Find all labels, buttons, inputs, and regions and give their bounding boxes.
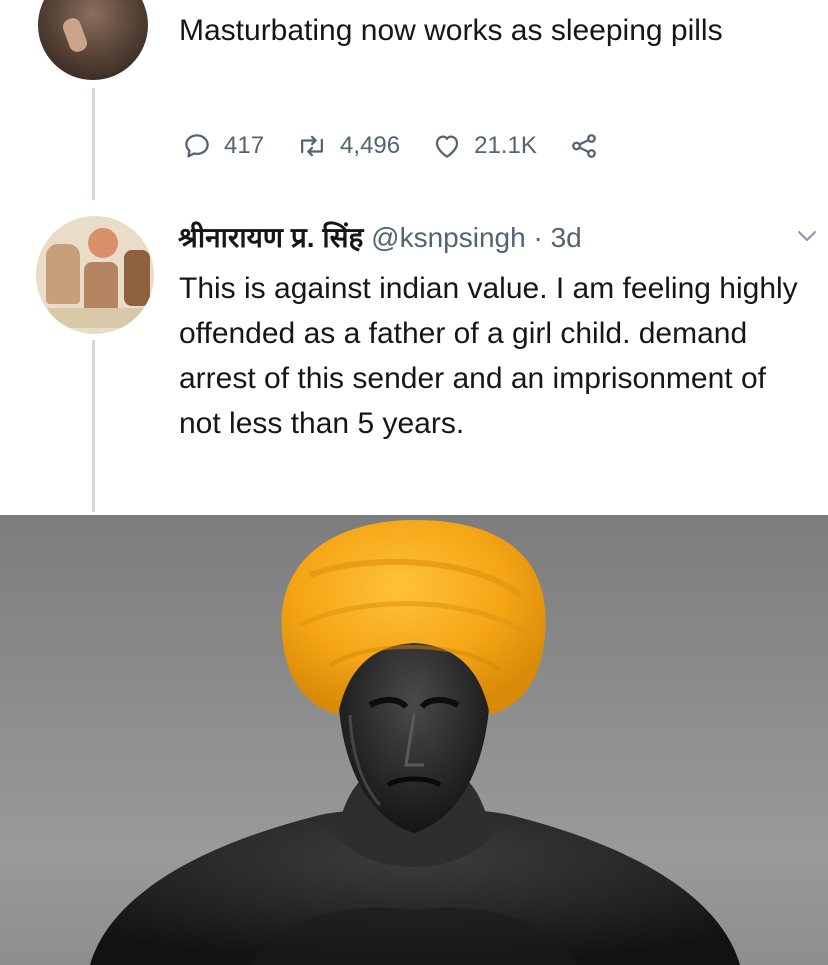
tweet-actions: 417 4,496 21.1K: [182, 126, 643, 166]
like-count: 21.1K: [474, 132, 537, 159]
share-button[interactable]: [569, 131, 611, 161]
turban-man-illustration: [90, 520, 740, 965]
thread-line: [92, 340, 95, 512]
share-icon: [571, 134, 596, 158]
retweet-count: 4,496: [340, 132, 401, 159]
reply-header: श्रीनारायण प्र. सिंह @ksnpsingh · 3d: [178, 218, 582, 258]
thread-line: [92, 88, 95, 200]
timestamp[interactable]: 3d: [551, 222, 582, 253]
reply-icon: [185, 134, 209, 158]
reply-button[interactable]: 417: [182, 131, 264, 161]
meme-image: [0, 515, 828, 965]
avatar[interactable]: [38, 0, 148, 80]
chevron-down-icon[interactable]: [796, 228, 818, 244]
like-icon: [435, 135, 459, 158]
reply-text: This is against indian value. I am feeli…: [179, 272, 798, 440]
like-button[interactable]: 21.1K: [432, 131, 537, 161]
reply-count: 417: [224, 132, 265, 159]
separator-dot: ·: [533, 222, 543, 253]
retweet-button[interactable]: 4,496: [296, 131, 400, 161]
tweet-screenshot: Masturbating now works as sleeping pills…: [0, 0, 828, 965]
tweet-text: Masturbating now works as sleeping pills: [179, 14, 723, 47]
user-handle[interactable]: @ksnpsingh: [371, 222, 526, 253]
retweet-icon: [301, 135, 324, 157]
display-name[interactable]: श्रीनारायण प्र. सिंह: [178, 222, 363, 253]
avatar[interactable]: [36, 216, 154, 334]
